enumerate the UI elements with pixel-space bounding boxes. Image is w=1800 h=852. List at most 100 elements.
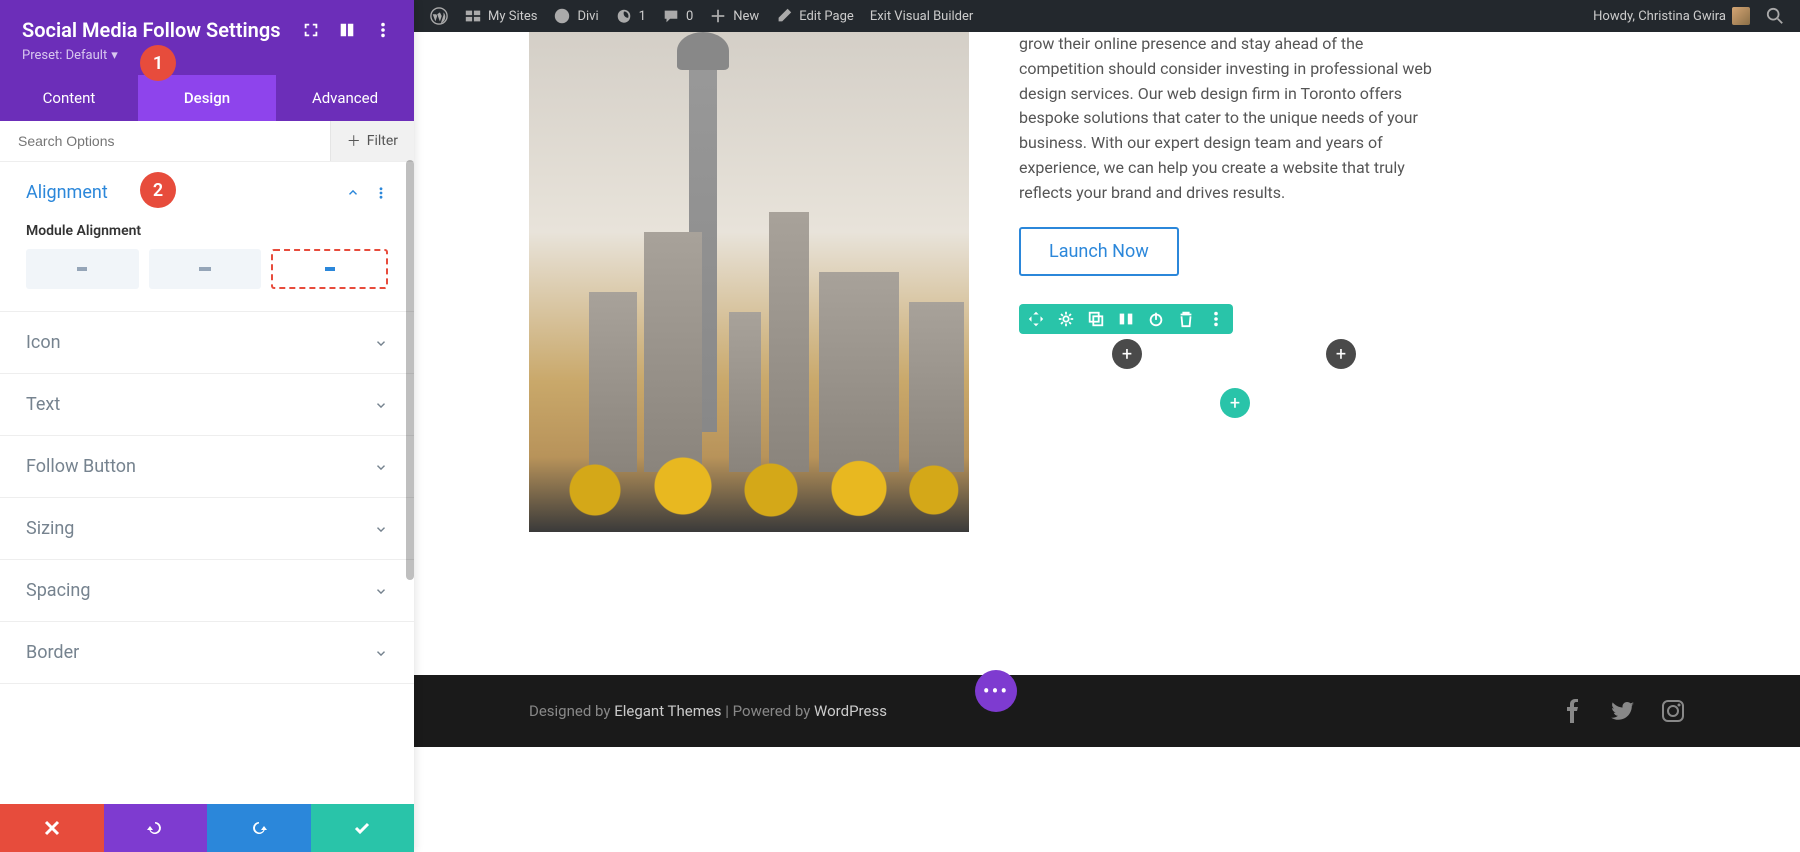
comments[interactable]: 0 — [654, 0, 701, 32]
wp-admin-bar: My Sites Divi 1 0 New Edit Page Exit Vis… — [414, 0, 1800, 32]
callout-badge-2: 2 — [140, 172, 176, 208]
divi-menu[interactable]: Divi — [545, 0, 606, 32]
chevron-down-icon — [374, 398, 388, 412]
panel-title: Social Media Follow Settings — [22, 18, 280, 42]
section-header-spacing[interactable]: Spacing — [0, 560, 414, 621]
chevron-down-icon — [374, 646, 388, 660]
section-text: Text — [0, 374, 414, 436]
chevron-down-icon — [374, 584, 388, 598]
edit-page[interactable]: Edit Page — [767, 0, 862, 32]
edit-page-label: Edit Page — [799, 9, 854, 24]
sites-icon — [464, 7, 482, 25]
panel-tabs: Content Design Advanced — [0, 75, 414, 121]
section-spacing: Spacing — [0, 560, 414, 622]
chevron-down-icon — [374, 460, 388, 474]
tab-content[interactable]: Content — [0, 75, 138, 121]
panel-footer — [0, 804, 414, 852]
chevron-up-icon — [346, 186, 360, 200]
avatar — [1732, 7, 1750, 25]
more-icon[interactable] — [1207, 310, 1225, 328]
expand-icon[interactable] — [302, 21, 320, 39]
add-module-left[interactable]: + — [1112, 339, 1142, 369]
callout-badge-1: 1 — [140, 45, 176, 81]
comments-count: 0 — [686, 9, 693, 24]
new-label: New — [733, 9, 759, 24]
refresh-icon — [615, 7, 633, 25]
search-input[interactable] — [0, 121, 330, 161]
section-header-alignment[interactable]: Alignment — [0, 162, 414, 223]
body-text: grow their online presence and stay ahea… — [1019, 32, 1449, 206]
tab-design[interactable]: Design — [138, 75, 276, 121]
redo-button[interactable] — [207, 804, 311, 852]
facebook-icon[interactable] — [1561, 699, 1585, 723]
section-header-border[interactable]: Border — [0, 622, 414, 683]
undo-button[interactable] — [104, 804, 208, 852]
columns-icon[interactable] — [1117, 310, 1135, 328]
pencil-icon — [775, 7, 793, 25]
alignment-options — [26, 249, 388, 289]
tab-advanced[interactable]: Advanced — [276, 75, 414, 121]
move-icon[interactable] — [1027, 310, 1045, 328]
site-footer: Designed by Elegant Themes | Powered by … — [414, 675, 1800, 747]
chevron-down-icon — [374, 336, 388, 350]
exit-vb-label: Exit Visual Builder — [870, 9, 973, 24]
hero-image — [529, 32, 969, 532]
exit-visual-builder[interactable]: Exit Visual Builder — [862, 0, 981, 32]
section-header-follow-button[interactable]: Follow Button — [0, 436, 414, 497]
align-left-icon — [72, 261, 92, 277]
power-icon[interactable] — [1147, 310, 1165, 328]
more-icon[interactable] — [374, 186, 388, 200]
undo-icon — [145, 818, 165, 838]
trash-icon[interactable] — [1177, 310, 1195, 328]
save-button[interactable] — [311, 804, 415, 852]
plus-icon — [709, 7, 727, 25]
updates-count: 1 — [639, 9, 646, 24]
my-sites[interactable]: My Sites — [456, 0, 545, 32]
builder-fab[interactable]: ••• — [975, 670, 1017, 712]
howdy-label: Howdy, Christina Gwira — [1593, 9, 1726, 24]
section-follow-button: Follow Button — [0, 436, 414, 498]
page-preview: grow their online presence and stay ahea… — [414, 32, 1800, 852]
columns-icon[interactable] — [338, 21, 356, 39]
launch-button[interactable]: Launch Now — [1019, 227, 1179, 276]
align-center[interactable] — [149, 249, 262, 289]
chevron-down-icon — [374, 522, 388, 536]
align-center-icon — [195, 261, 215, 277]
search-icon — [1766, 7, 1784, 25]
comment-icon — [662, 7, 680, 25]
more-icon[interactable] — [374, 21, 392, 39]
wp-logo[interactable] — [422, 0, 456, 32]
cancel-button[interactable] — [0, 804, 104, 852]
wordpress-icon — [430, 7, 448, 25]
duplicate-icon[interactable] — [1087, 310, 1105, 328]
elegant-themes-link[interactable]: Elegant Themes — [614, 702, 721, 720]
section-border: Border — [0, 622, 414, 684]
howdy-user[interactable]: Howdy, Christina Gwira — [1585, 0, 1758, 32]
section-icon: Icon — [0, 312, 414, 374]
search-toggle[interactable] — [1758, 0, 1792, 32]
section-header-sizing[interactable]: Sizing — [0, 498, 414, 559]
preset-selector[interactable]: Preset: Default▾ — [22, 48, 118, 63]
scrollbar[interactable] — [406, 160, 414, 580]
my-sites-label: My Sites — [488, 9, 537, 24]
section-header-icon[interactable]: Icon — [0, 312, 414, 373]
section-header-text[interactable]: Text — [0, 374, 414, 435]
new-content[interactable]: New — [701, 0, 767, 32]
module-alignment-label: Module Alignment — [26, 223, 388, 239]
module-toolbar — [1019, 304, 1233, 334]
align-left[interactable] — [26, 249, 139, 289]
filter-button[interactable]: ＋Filter — [330, 121, 414, 161]
add-module-right[interactable]: + — [1326, 339, 1356, 369]
wordpress-link[interactable]: WordPress — [814, 702, 887, 720]
settings-panel: Social Media Follow Settings Preset: Def… — [0, 0, 414, 852]
align-right[interactable] — [271, 249, 388, 289]
gear-icon[interactable] — [1057, 310, 1075, 328]
twitter-icon[interactable] — [1611, 699, 1635, 723]
search-row: ＋Filter — [0, 121, 414, 162]
plus-icon: ＋ — [347, 131, 361, 151]
instagram-icon[interactable] — [1661, 699, 1685, 723]
close-icon — [42, 818, 62, 838]
updates[interactable]: 1 — [607, 0, 654, 32]
add-section[interactable]: + — [1220, 388, 1250, 418]
redo-icon — [249, 818, 269, 838]
